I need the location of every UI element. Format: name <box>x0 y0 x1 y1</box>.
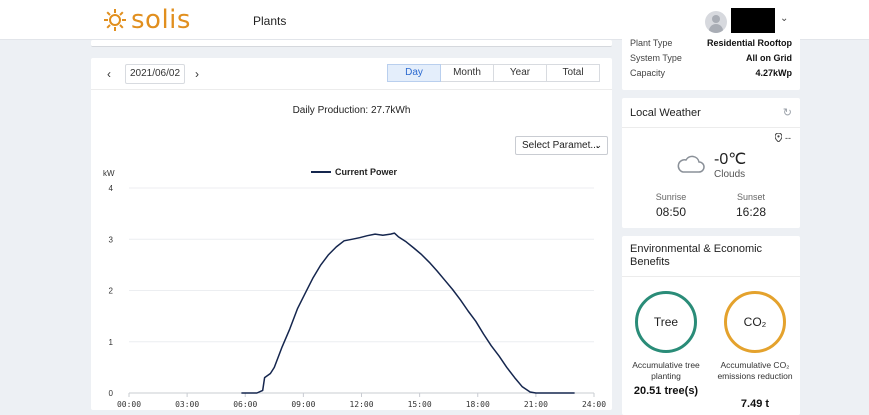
avatar-body-shape <box>709 24 723 33</box>
x-tick-label: 15:00 <box>408 400 432 409</box>
production-chart-card: ‹ 2021/06/02 › Day Month Year Total Dail… <box>91 58 612 410</box>
co2-ring-badge: CO₂ <box>724 291 786 353</box>
system-type-row: System Type All on Grid <box>630 53 792 63</box>
plant-info-card: Plant Type Residential Rooftop System Ty… <box>622 35 800 90</box>
tree-planting-value: 20.51 tree(s) <box>633 385 699 397</box>
plant-type-value: Residential Rooftop <box>707 38 792 48</box>
x-tick-label: 09:00 <box>291 400 315 409</box>
co2-reduction-label: Accumulative CO₂ emissions reduction <box>717 360 793 381</box>
previous-date-arrow-icon[interactable]: ‹ <box>107 67 111 81</box>
select-parameter-dropdown[interactable]: Select Paramet... ⌄ <box>515 136 608 155</box>
refresh-icon[interactable]: ↻ <box>783 106 792 119</box>
system-type-key: System Type <box>630 53 682 63</box>
y-tick-label: 3 <box>109 235 114 244</box>
avatar-head-shape <box>712 15 720 23</box>
date-navigation-row: ‹ 2021/06/02 › Day Month Year Total <box>91 58 612 90</box>
sun-logo-icon <box>104 9 126 31</box>
capacity-key: Capacity <box>630 68 666 78</box>
benefits-title: Environmental & Economic Benefits <box>630 243 763 268</box>
x-tick-label: 06:00 <box>233 400 257 409</box>
date-picker-input[interactable]: 2021/06/02 <box>125 64 185 84</box>
period-tabs: Day Month Year Total <box>387 64 600 82</box>
capacity-row: Capacity 4.27kWp <box>630 68 792 78</box>
tab-day[interactable]: Day <box>387 64 441 82</box>
tab-total[interactable]: Total <box>546 64 600 82</box>
location-indicator: -- <box>774 132 791 143</box>
y-tick-label: 1 <box>109 338 114 347</box>
sunrise-label: Sunrise <box>655 192 687 202</box>
x-tick-label: 00:00 <box>117 400 141 409</box>
y-tick-label: 2 <box>109 287 114 296</box>
weather-condition: Clouds <box>714 169 746 180</box>
x-tick-label: 03:00 <box>175 400 199 409</box>
benefits-header: Environmental & Economic Benefits <box>622 236 800 277</box>
weather-title: Local Weather <box>630 107 701 119</box>
select-parameter-label: Select Paramet... <box>522 140 599 151</box>
plant-overview-card-edge <box>91 40 612 47</box>
brand-name: solis <box>131 5 191 35</box>
legend-label-current-power: Current Power <box>335 167 398 177</box>
location-pin-icon <box>774 132 783 143</box>
top-navigation-bar: solis Plants ⌄ <box>0 0 869 40</box>
sunrise-time: 08:50 <box>655 205 687 219</box>
temperature-value: -0℃ <box>714 151 747 168</box>
x-tick-label: 18:00 <box>466 400 490 409</box>
y-tick-label: 0 <box>109 389 114 398</box>
plant-type-row: Plant Type Residential Rooftop <box>630 38 792 48</box>
weather-header: Local Weather ↻ <box>622 98 800 128</box>
user-menu-chevron-icon[interactable]: ⌄ <box>780 13 788 24</box>
cloud-icon <box>677 155 705 173</box>
daily-production-title: Daily Production: 27.7kWh <box>292 105 411 116</box>
capacity-value: 4.27kWp <box>755 68 792 78</box>
nav-plants-link[interactable]: Plants <box>253 14 286 28</box>
co2-reduction-value: 7.49 t <box>740 398 770 410</box>
y-axis-unit-label: kW <box>103 169 115 178</box>
location-value: -- <box>785 133 791 143</box>
current-power-line-chart: kW 0 1 2 3 4 00:00 03:00 06:00 09:00 12:00 15:00 18:… <box>103 167 606 409</box>
x-tick-label: 12:00 <box>349 400 373 409</box>
tree-planting-label: Accumulative tree planting <box>632 360 700 381</box>
solis-logo[interactable]: solis <box>103 6 191 34</box>
chevron-down-icon: ⌄ <box>594 140 602 150</box>
next-date-arrow-icon[interactable]: › <box>195 67 199 81</box>
x-tick-label: 21:00 <box>524 400 548 409</box>
redacted-username-box[interactable] <box>731 8 775 33</box>
plant-type-key: Plant Type <box>630 38 673 48</box>
series-line-current-power <box>241 232 575 394</box>
local-weather-card: Local Weather ↻ -- -0℃ Clouds Sunrise 08… <box>622 98 800 228</box>
environmental-benefits-card: Environmental & Economic Benefits Tree C… <box>622 236 800 415</box>
tab-month[interactable]: Month <box>440 64 494 82</box>
tab-year[interactable]: Year <box>493 64 547 82</box>
x-tick-label: 24:00 <box>582 400 606 409</box>
tree-ring-badge: Tree <box>635 291 697 353</box>
sunset-label: Sunset <box>736 192 766 202</box>
y-tick-label: 4 <box>109 184 114 193</box>
system-type-value: All on Grid <box>746 53 792 63</box>
avatar[interactable] <box>705 11 727 33</box>
sunset-time: 16:28 <box>735 205 767 219</box>
